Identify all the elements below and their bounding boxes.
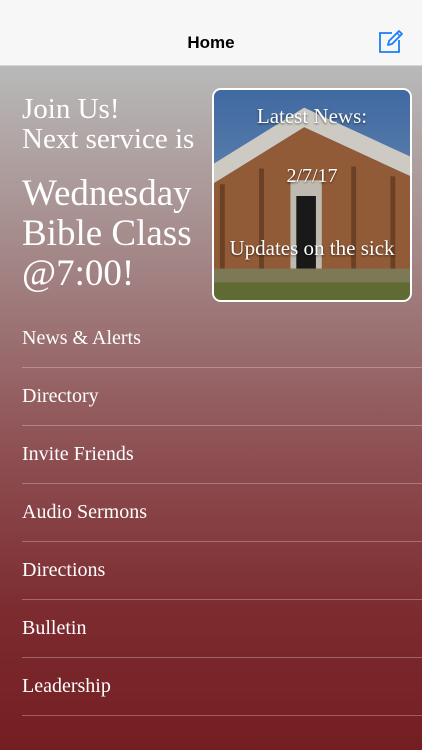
menu-item-label: Directory [22, 385, 99, 407]
service-intro: Join Us! Next service is [22, 94, 194, 154]
news-headline: Updates on the sick [229, 236, 395, 260]
news-heading: Latest News: [256, 104, 368, 128]
main-menu: News & Alerts Directory Invite Friends A… [0, 310, 422, 716]
event-time: @7:00! [22, 253, 135, 294]
next-service-text: Next service is [22, 123, 195, 155]
menu-item-label: Directions [22, 559, 106, 581]
compose-button[interactable] [376, 28, 404, 56]
news-date: 2/7/17 [286, 165, 338, 187]
join-us-text: Join Us! [22, 93, 120, 125]
event-name: Bible Class [22, 213, 192, 254]
menu-item-label: Leadership [22, 675, 111, 697]
menu-item-label: Invite Friends [22, 443, 134, 465]
menu-item-label: Bulletin [22, 617, 87, 639]
menu-item-label: Audio Sermons [22, 501, 147, 523]
menu-item-news-alerts[interactable]: News & Alerts [0, 310, 422, 368]
navigation-bar: Home [0, 0, 422, 66]
compose-icon [379, 30, 403, 53]
menu-item-directory[interactable]: Directory [0, 368, 422, 426]
menu-item-leadership[interactable]: Leadership [0, 658, 422, 716]
menu-item-invite-friends[interactable]: Invite Friends [0, 426, 422, 484]
page-title: Home [187, 33, 235, 52]
next-event: Wednesday Bible Class @7:00! [22, 174, 192, 294]
home-content: Join Us! Next service is Wednesday Bible… [0, 66, 422, 750]
menu-item-bulletin[interactable]: Bulletin [0, 600, 422, 658]
event-day: Wednesday [22, 173, 192, 214]
latest-news-card[interactable]: Latest News: 2/7/17 Updates on the sick [212, 88, 412, 302]
menu-item-label: News & Alerts [22, 327, 141, 349]
menu-item-audio-sermons[interactable]: Audio Sermons [0, 484, 422, 542]
menu-item-directions[interactable]: Directions [0, 542, 422, 600]
